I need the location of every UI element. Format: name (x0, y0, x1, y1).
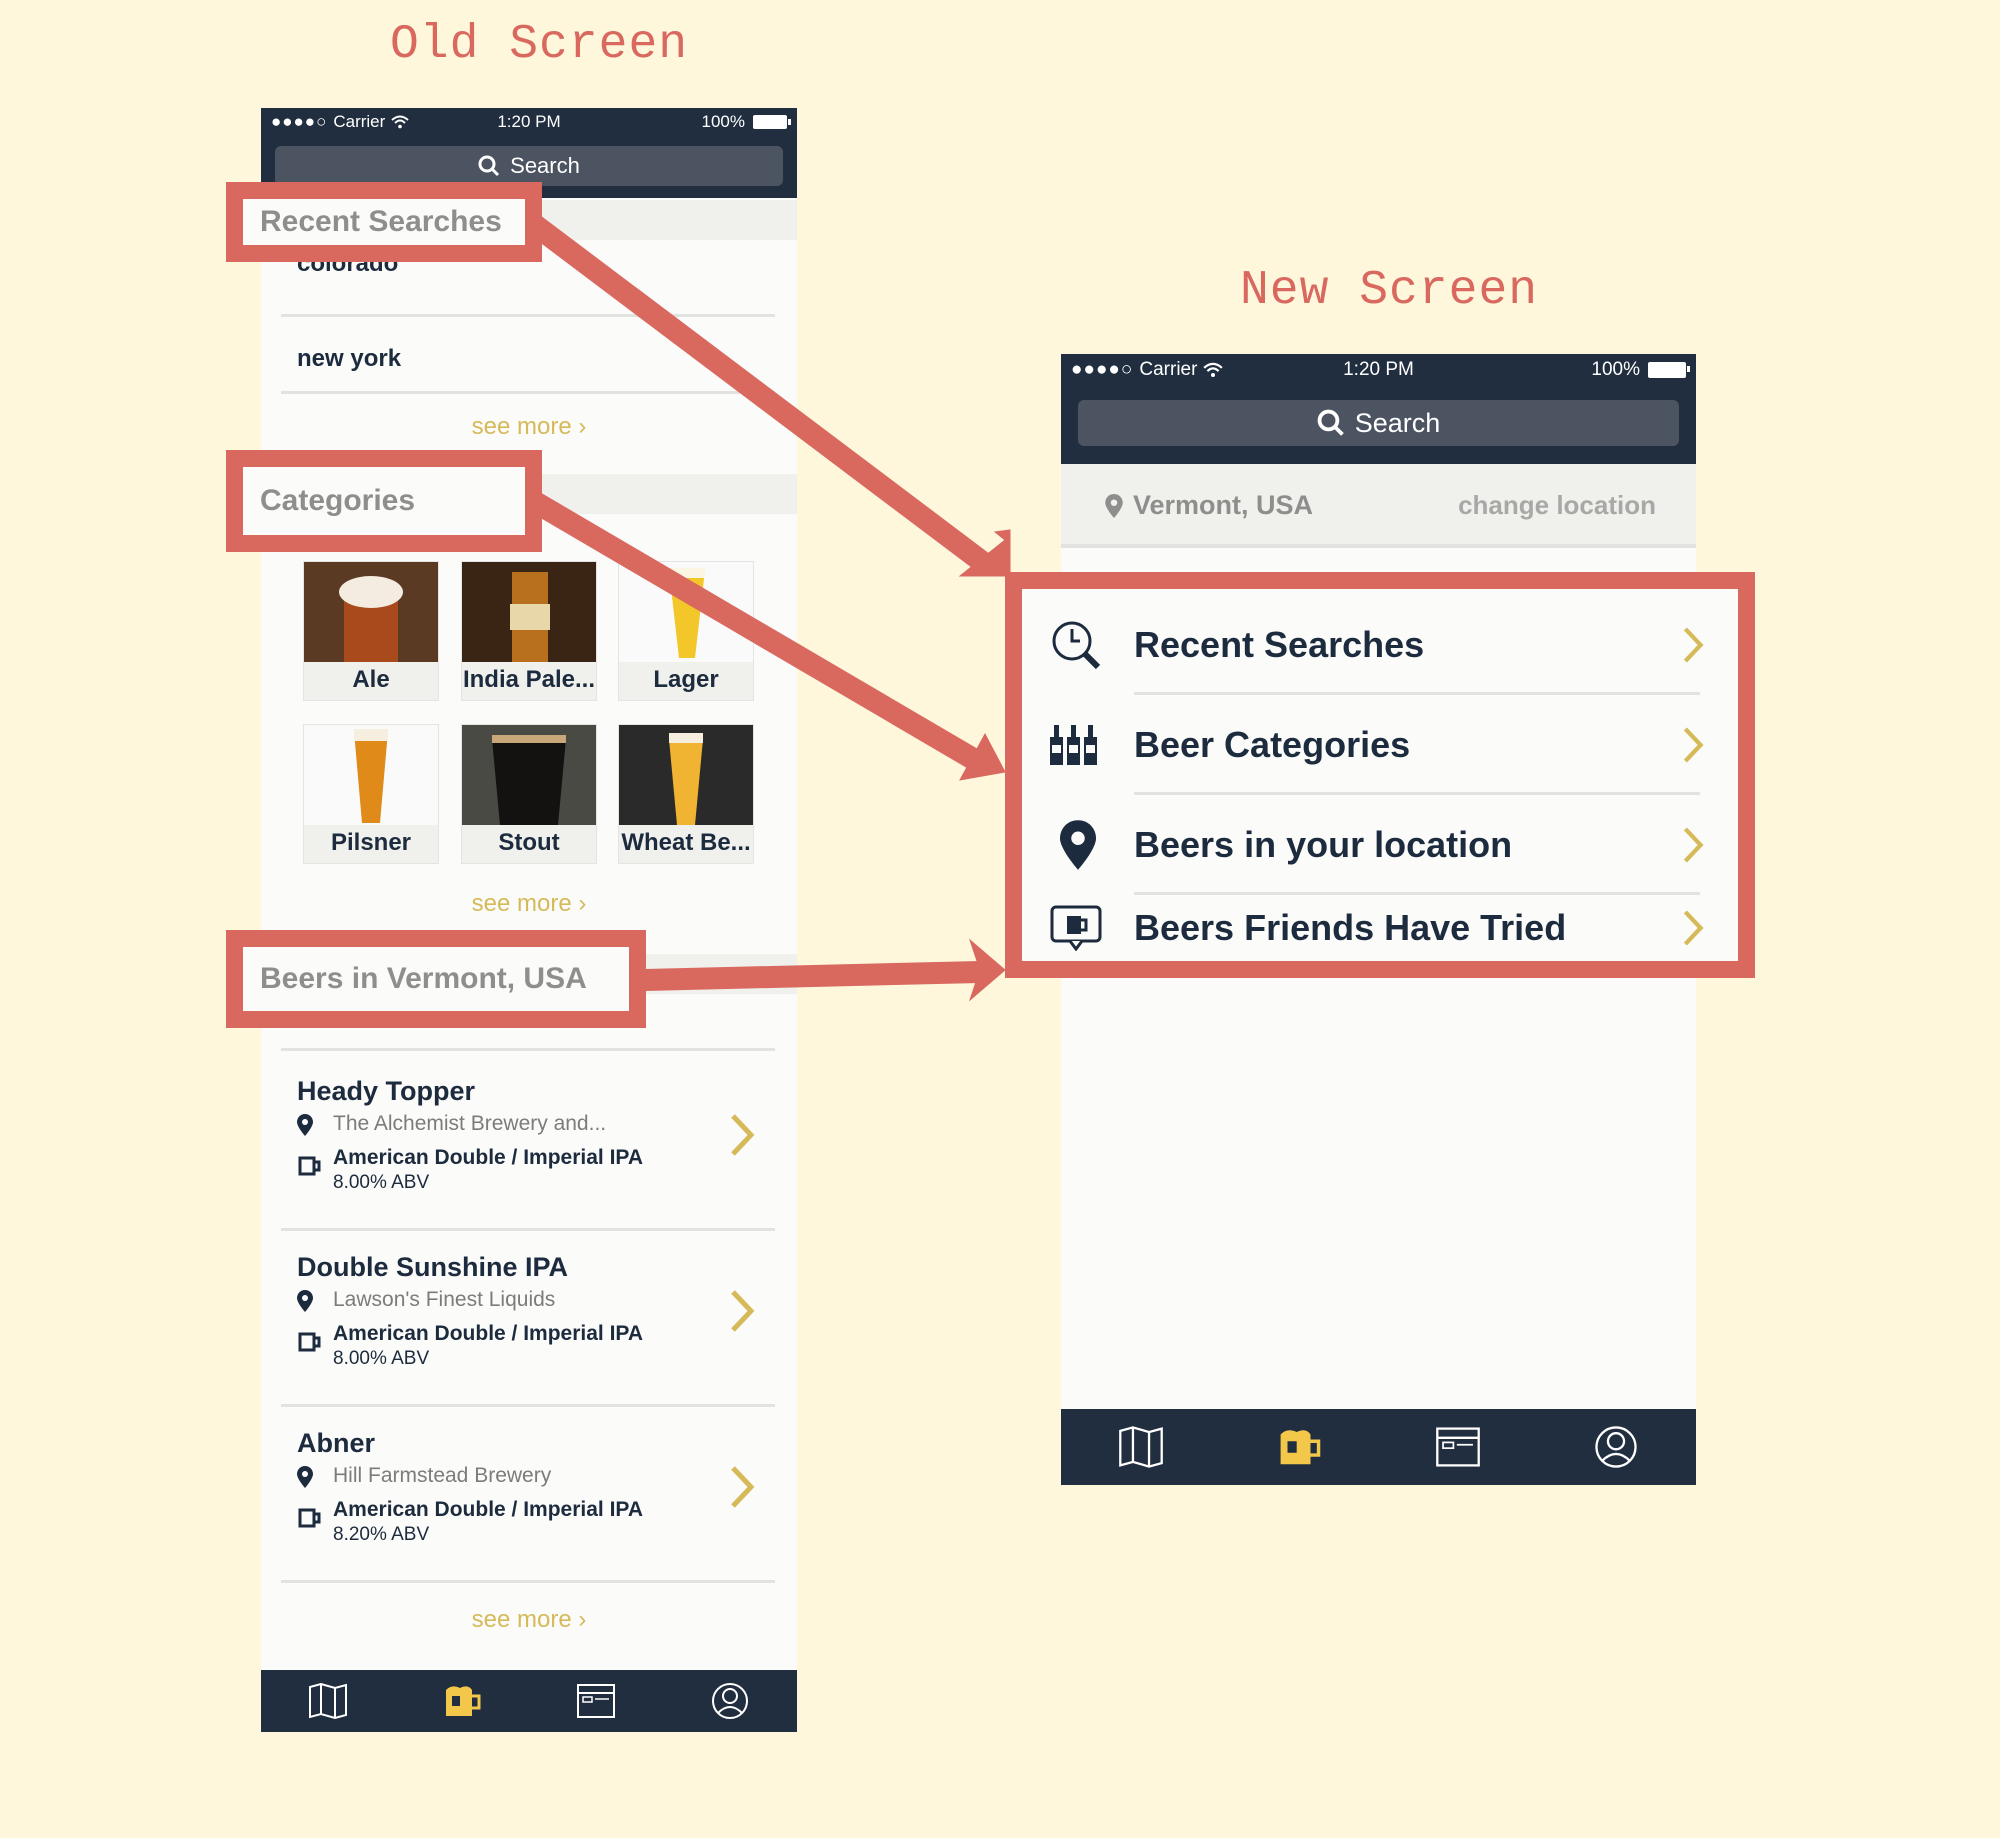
menu-item-friends-beers[interactable]: Beers Friends Have Tried (1022, 895, 1738, 961)
location-pin-icon (1060, 820, 1096, 870)
clock-search-icon (1052, 621, 1101, 670)
menu-item-beer-categories[interactable]: Beer Categories (1022, 695, 1738, 795)
chevron-right-icon (1683, 727, 1704, 763)
menu-item-beers-in-location[interactable]: Beers in your location (1022, 795, 1738, 895)
menu-item-label: Recent Searches (1134, 624, 1425, 665)
chevron-right-icon (1683, 827, 1704, 863)
menu-item-label: Beer Categories (1134, 724, 1411, 765)
categories-callout: Categories (226, 450, 542, 552)
chevron-right-icon (1683, 910, 1704, 946)
menu-item-label: Beers Friends Have Tried (1134, 907, 1567, 948)
section-title: Categories (260, 484, 416, 517)
new-menu-callout: Recent Searches Beer Categories Beers in… (1005, 572, 1755, 978)
bottles-icon (1050, 725, 1097, 765)
chevron-right-icon (1683, 627, 1704, 663)
friends-beer-icon (1050, 905, 1102, 951)
recent-searches-callout: Recent Searches (226, 182, 542, 262)
beers-section-callout: Beers in Vermont, USA (226, 930, 646, 1028)
section-title: Beers in Vermont, USA (260, 962, 587, 995)
menu-item-label: Beers in your location (1134, 824, 1513, 865)
section-title: Recent Searches (260, 205, 502, 238)
menu-item-recent-searches[interactable]: Recent Searches (1022, 595, 1738, 695)
